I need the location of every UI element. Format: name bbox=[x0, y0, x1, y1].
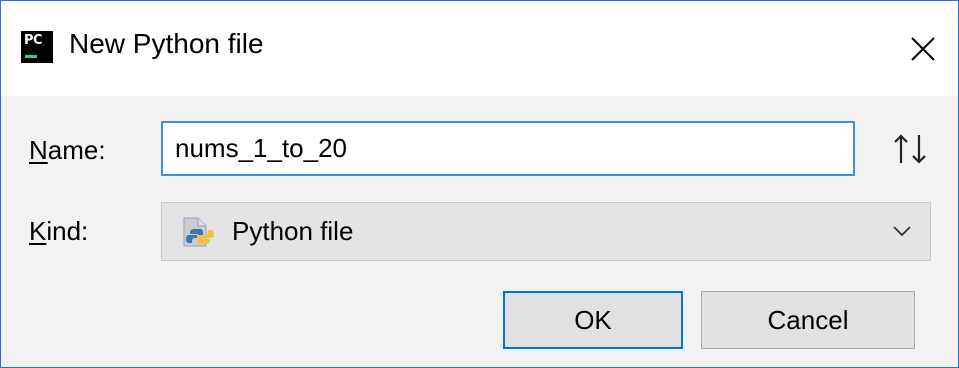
name-label: Name: bbox=[29, 135, 106, 166]
logo-accent-bar bbox=[25, 55, 37, 58]
kind-dropdown[interactable]: Python file bbox=[161, 202, 931, 261]
logo-text: PC bbox=[24, 33, 43, 48]
kind-label-mnemonic: K bbox=[29, 216, 47, 246]
ok-button[interactable]: OK bbox=[503, 291, 683, 349]
title-bar[interactable]: PC New Python file bbox=[1, 1, 958, 96]
cancel-button[interactable]: Cancel bbox=[701, 291, 915, 349]
swap-up-down-icon[interactable] bbox=[888, 129, 932, 169]
name-label-mnemonic: N bbox=[29, 135, 48, 165]
python-file-icon bbox=[183, 217, 214, 247]
name-input[interactable] bbox=[161, 121, 855, 176]
new-python-file-dialog: PC New Python file Name: Kind: Python fi… bbox=[0, 0, 959, 368]
kind-label: Kind: bbox=[29, 216, 88, 247]
kind-label-text: ind: bbox=[46, 216, 89, 246]
chevron-down-icon bbox=[893, 226, 911, 237]
name-label-text: ame: bbox=[47, 135, 106, 165]
close-icon bbox=[911, 36, 935, 61]
close-button[interactable] bbox=[888, 1, 958, 96]
dialog-title: New Python file bbox=[69, 28, 264, 59]
kind-selected-value: Python file bbox=[232, 216, 354, 246]
pycharm-logo-icon: PC bbox=[21, 31, 53, 63]
